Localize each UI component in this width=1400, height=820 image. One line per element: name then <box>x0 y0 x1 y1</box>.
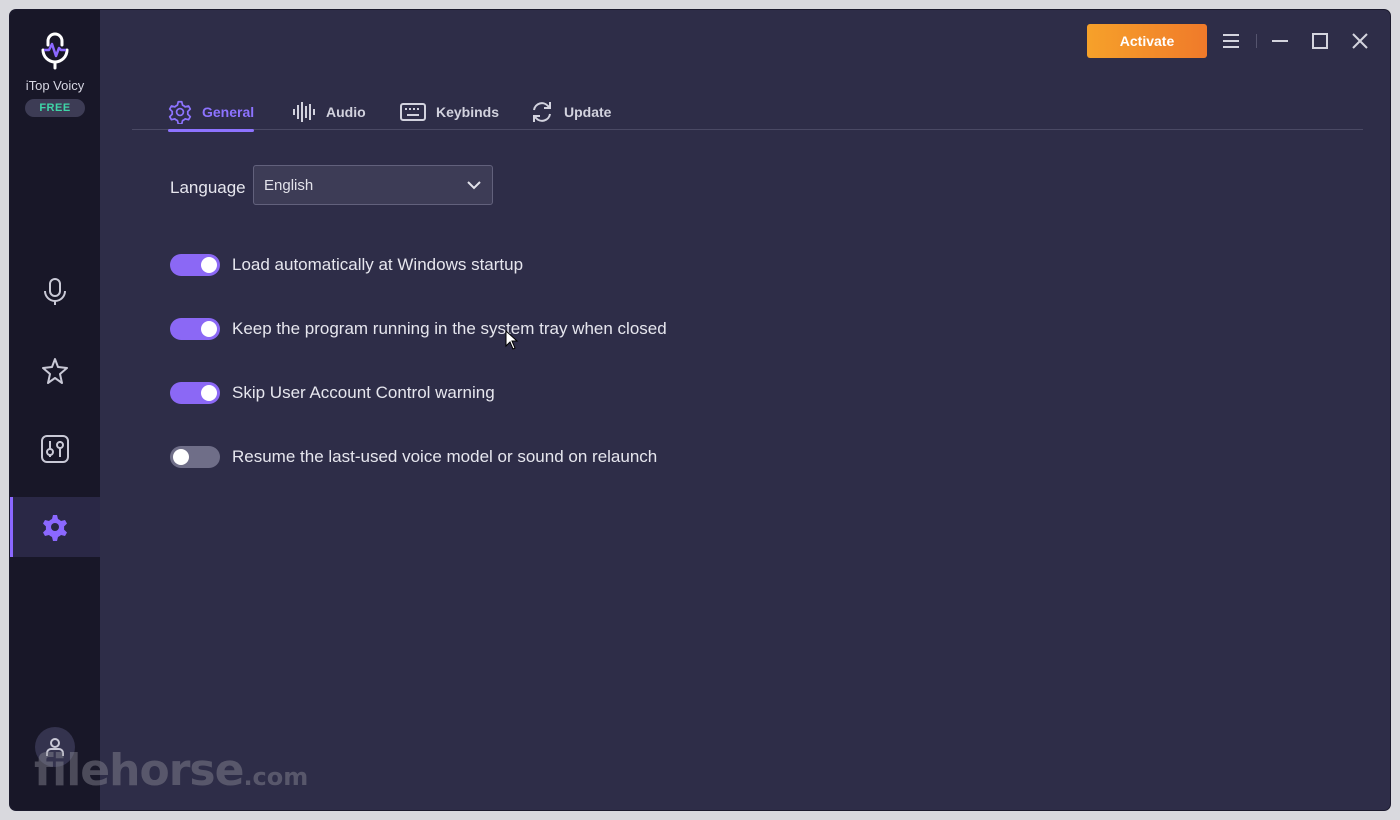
language-select[interactable]: English <box>253 165 493 205</box>
menu-button[interactable] <box>1219 29 1243 53</box>
maximize-button[interactable] <box>1308 29 1332 53</box>
sliders-icon <box>41 435 69 463</box>
toggle-resume-last-voice[interactable] <box>170 446 220 468</box>
sidebar: iTop Voicy FREE filehorse.com <box>10 10 308 810</box>
toggle-load-at-startup[interactable] <box>170 254 220 276</box>
hamburger-menu-icon <box>1223 34 1239 48</box>
close-icon <box>1352 33 1368 49</box>
voicy-logo-icon <box>41 32 69 70</box>
app-window: iTop Voicy FREE filehorse.com Activate G… <box>10 10 1390 810</box>
gear-icon <box>43 515 67 541</box>
option-skip-uac: Skip User Account Control warning <box>170 382 495 404</box>
sidebar-item-settings[interactable] <box>10 497 100 557</box>
app-logo: iTop Voicy FREE <box>10 32 100 117</box>
chevron-down-icon <box>467 181 481 190</box>
option-label: Keep the program running in the system t… <box>232 319 667 338</box>
app-name: iTop Voicy <box>25 78 85 93</box>
filehorse-watermark: filehorse.com <box>34 745 308 796</box>
option-run-in-tray: Keep the program running in the system t… <box>170 318 667 340</box>
toggle-skip-uac[interactable] <box>170 382 220 404</box>
refresh-icon <box>533 102 551 122</box>
toolbar-divider <box>1256 34 1257 48</box>
toggle-knob <box>201 385 217 401</box>
settings-tabs: General Audio Keybinds Update <box>132 94 1363 132</box>
watermark-brand: filehorse <box>34 745 244 796</box>
star-icon <box>42 358 68 384</box>
watermark-suffix: .com <box>243 763 309 791</box>
sidebar-item-soundboard[interactable] <box>10 419 100 479</box>
gear-icon <box>168 100 192 124</box>
language-select-value: English <box>264 176 314 194</box>
tab-keybinds-label: Keybinds <box>436 104 500 120</box>
sidebar-item-voice-changer[interactable] <box>10 262 100 322</box>
tab-general-label: General <box>202 104 255 120</box>
activate-button[interactable]: Activate <box>1087 24 1207 58</box>
sidebar-item-effects[interactable] <box>10 341 100 401</box>
option-label: Skip User Account Control warning <box>232 383 495 402</box>
option-label: Load automatically at Windows startup <box>232 255 524 274</box>
plan-badge: FREE <box>25 99 85 117</box>
tab-update-label: Update <box>564 104 612 120</box>
mouse-cursor-icon <box>505 330 519 350</box>
keyboard-icon <box>400 103 426 121</box>
tab-keybinds[interactable]: Keybinds <box>400 94 499 130</box>
maximize-icon <box>1312 33 1328 49</box>
minimize-button[interactable] <box>1268 29 1292 53</box>
microphone-icon <box>44 278 66 305</box>
toggle-knob <box>173 449 189 465</box>
toggle-knob <box>201 257 217 273</box>
language-label: Language <box>170 178 246 197</box>
waveform-icon <box>293 102 315 122</box>
tab-general[interactable]: General <box>168 94 255 132</box>
tab-audio-label: Audio <box>326 104 366 120</box>
option-load-at-startup: Load automatically at Windows startup <box>170 254 523 276</box>
toggle-run-in-tray[interactable] <box>170 318 220 340</box>
minimize-icon <box>1272 40 1288 42</box>
tab-audio[interactable]: Audio <box>292 94 366 130</box>
option-resume-last-voice: Resume the last-used voice model or soun… <box>170 446 657 468</box>
tab-update[interactable]: Update <box>530 94 611 130</box>
option-label: Resume the last-used voice model or soun… <box>232 447 658 466</box>
toggle-knob <box>201 321 217 337</box>
close-button[interactable] <box>1348 29 1372 53</box>
